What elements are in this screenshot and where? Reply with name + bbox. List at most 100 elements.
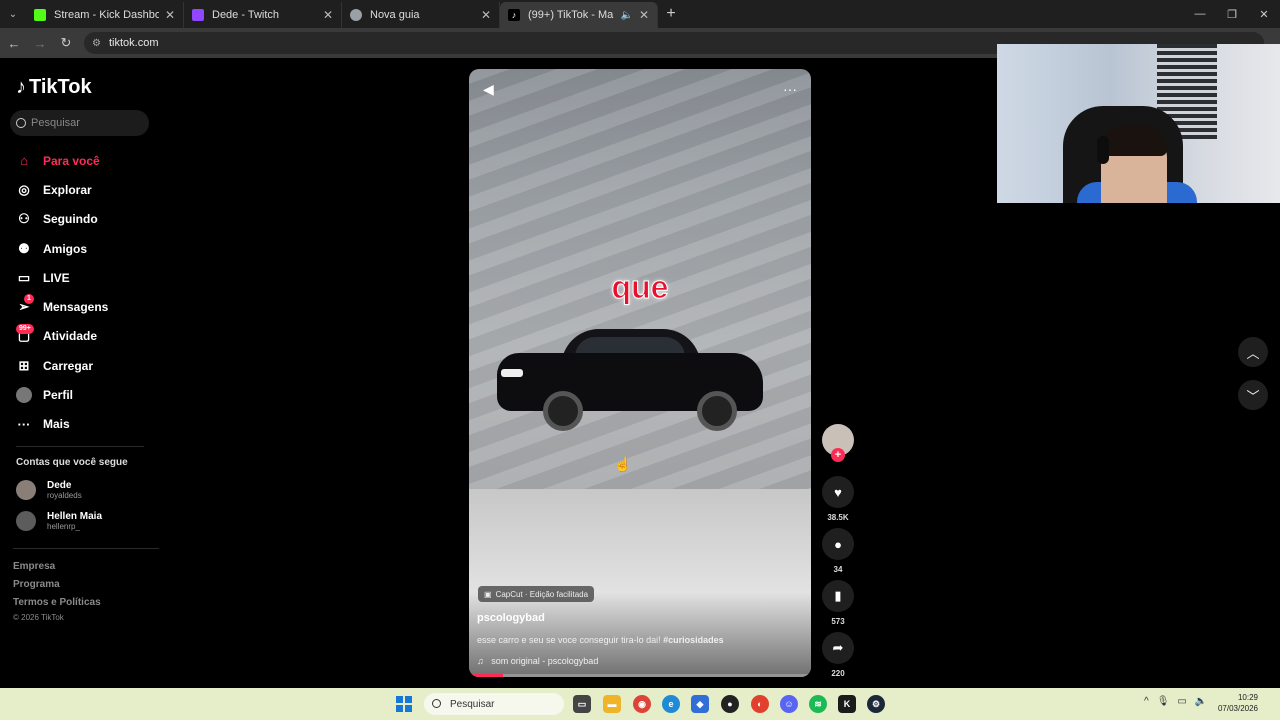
- video-actions: + ♥ 38.5K ● 34 ▮ 573 ➦ 220: [820, 424, 856, 678]
- nav-item-carregar[interactable]: ⊞ Carregar: [16, 351, 108, 380]
- site-info-icon[interactable]: ⚙: [92, 38, 101, 49]
- capcut-tag[interactable]: ▣ CapCut · Edição facilitada: [478, 586, 595, 602]
- previous-video-button[interactable]: ︿: [1238, 337, 1268, 367]
- author-avatar[interactable]: +: [822, 424, 854, 462]
- tab-kick[interactable]: Stream - Kick Dashboard ✕: [26, 2, 184, 28]
- chrome-icon[interactable]: ◉: [633, 695, 651, 713]
- like-button[interactable]: ♥ 38.5K: [822, 476, 854, 522]
- nav-label: Mensagens: [43, 300, 109, 315]
- nav-item-mais[interactable]: ··· Mais: [16, 410, 108, 439]
- sound-label: som original - pscologybad: [491, 656, 599, 666]
- reload-icon[interactable]: ↻: [54, 35, 78, 51]
- nav-item-mensagens[interactable]: ➢ 1 Mensagens: [16, 292, 108, 321]
- monitor-icon[interactable]: ▭: [1177, 696, 1186, 707]
- windows-taskbar: Pesquisar ▭ ▬ ◉ e ◆ ● ◐ ☺ ≋ K ⚙ ^ 🎙 ▭ 🔈 …: [0, 688, 1280, 720]
- nav-item-atividade[interactable]: ▢ 99+ Atividade: [16, 322, 108, 351]
- minimize-icon[interactable]: —: [1184, 0, 1216, 28]
- music-note-icon: ♫: [477, 656, 484, 666]
- comment-button[interactable]: ● 34: [822, 528, 854, 574]
- comment-icon: ●: [822, 528, 854, 560]
- discord-icon[interactable]: ☺: [780, 695, 798, 713]
- browser-tab-bar: ⌄ Stream - Kick Dashboard ✕ Dede - Twitc…: [0, 0, 1280, 28]
- capcut-icon: ▣: [484, 589, 492, 599]
- close-icon[interactable]: ✕: [481, 8, 491, 22]
- new-tab-button[interactable]: +: [658, 5, 684, 23]
- nav-item-para-voce[interactable]: ⌂ Para você: [16, 146, 108, 175]
- account-name: Dede: [47, 480, 72, 491]
- app-notification-icon[interactable]: ◐: [751, 695, 769, 713]
- close-window-icon[interactable]: ✕: [1248, 0, 1280, 28]
- edge-icon[interactable]: e: [662, 695, 680, 713]
- app-icon[interactable]: ◆: [691, 695, 709, 713]
- video-sound[interactable]: ♫ som original - pscologybad: [477, 656, 598, 666]
- following-heading: Contas que você segue: [16, 457, 128, 468]
- nav-item-perfil[interactable]: Perfil: [16, 380, 108, 409]
- steam-icon[interactable]: ⚙: [867, 695, 885, 713]
- tiktok-icon: ♪: [508, 9, 520, 21]
- follow-plus-icon[interactable]: +: [831, 448, 845, 462]
- video-player[interactable]: ◀ ··· que ▣ CapCut · Edição facilitada p…: [469, 69, 811, 677]
- chevron-up-icon: ︿: [1246, 345, 1260, 361]
- forward-icon[interactable]: →: [28, 36, 52, 51]
- tab-twitch[interactable]: Dede - Twitch ✕: [184, 2, 342, 28]
- taskbar-search[interactable]: Pesquisar: [424, 693, 564, 715]
- more-icon: ···: [17, 416, 31, 432]
- video-progress-fill: [469, 674, 504, 677]
- description-text: esse carro e seu se voce conseguir tira-…: [477, 635, 661, 645]
- nav-label: LIVE: [43, 270, 70, 285]
- volume-icon[interactable]: 🔈: [1195, 696, 1207, 707]
- speaker-icon[interactable]: 🔈: [620, 10, 632, 21]
- kick-icon[interactable]: K: [838, 695, 856, 713]
- tiktok-logo[interactable]: ♪ TikTok: [16, 76, 92, 99]
- taskbar-clock[interactable]: 10:29 07/03/2026: [1218, 692, 1258, 714]
- nav-item-explorar[interactable]: ◎ Explorar: [16, 175, 108, 204]
- share-button[interactable]: ➦ 220: [822, 632, 854, 678]
- compass-icon: ◎: [18, 181, 30, 197]
- chevron-up-icon[interactable]: ^: [1144, 696, 1149, 707]
- more-options-icon[interactable]: ···: [783, 81, 797, 98]
- tab-search-button[interactable]: ⌄: [0, 0, 26, 28]
- avatar: [16, 480, 36, 500]
- footer-link-termos[interactable]: Termos e Políticas: [13, 597, 101, 608]
- account-name: Hellen Maia: [47, 511, 103, 522]
- mute-icon[interactable]: ◀: [483, 81, 494, 98]
- share-count: 220: [831, 669, 845, 678]
- back-icon[interactable]: ←: [2, 36, 26, 51]
- webcam-overlay: [997, 44, 1280, 203]
- car-image: [497, 325, 763, 433]
- tab-tiktok[interactable]: ♪ (99+) TikTok - Make Your Da 🔈 ✕: [500, 2, 658, 28]
- video-author[interactable]: pscologybad: [477, 612, 545, 624]
- twitch-icon: [192, 9, 204, 21]
- followed-account[interactable]: Dede royaldeds: [16, 480, 82, 500]
- task-view-icon[interactable]: ▭: [573, 695, 591, 713]
- hand-cursor-icon: ☝: [614, 456, 632, 472]
- avatar: [16, 511, 36, 531]
- nav-item-seguindo[interactable]: ⚇ Seguindo: [16, 205, 108, 234]
- like-count: 38.5K: [827, 513, 849, 522]
- spotify-icon[interactable]: ≋: [809, 695, 827, 713]
- clock-time: 10:29: [1237, 693, 1258, 702]
- close-icon[interactable]: ✕: [639, 8, 649, 22]
- windows-start-icon[interactable]: [396, 696, 412, 712]
- video-progress-bar[interactable]: [469, 674, 811, 677]
- nav-item-live[interactable]: ▭ LIVE: [16, 263, 108, 292]
- nav-item-amigos[interactable]: ⚉ Amigos: [16, 234, 108, 263]
- next-video-button[interactable]: ﹀: [1238, 380, 1268, 410]
- capcut-label: CapCut · Edição facilitada: [495, 589, 589, 599]
- close-icon[interactable]: ✕: [165, 8, 175, 22]
- followed-account[interactable]: Hellen Maia hellenrp_: [16, 511, 102, 531]
- close-icon[interactable]: ✕: [323, 8, 333, 22]
- search-input[interactable]: Pesquisar: [10, 110, 149, 136]
- footer-link-programa[interactable]: Programa: [13, 579, 60, 590]
- obs-icon[interactable]: ●: [721, 695, 739, 713]
- footer-link-empresa[interactable]: Empresa: [13, 561, 55, 572]
- save-button[interactable]: ▮ 573: [822, 580, 854, 626]
- hashtag-link[interactable]: #curiosidades: [663, 635, 724, 645]
- heart-icon: ♥: [822, 476, 854, 508]
- tab-new[interactable]: Nova guia ✕: [342, 2, 500, 28]
- save-count: 573: [831, 617, 845, 626]
- chrome-icon: [350, 9, 362, 21]
- maximize-icon[interactable]: ❐: [1216, 0, 1248, 28]
- microphone-icon[interactable]: 🎙: [1157, 696, 1170, 707]
- file-explorer-icon[interactable]: ▬: [603, 695, 621, 713]
